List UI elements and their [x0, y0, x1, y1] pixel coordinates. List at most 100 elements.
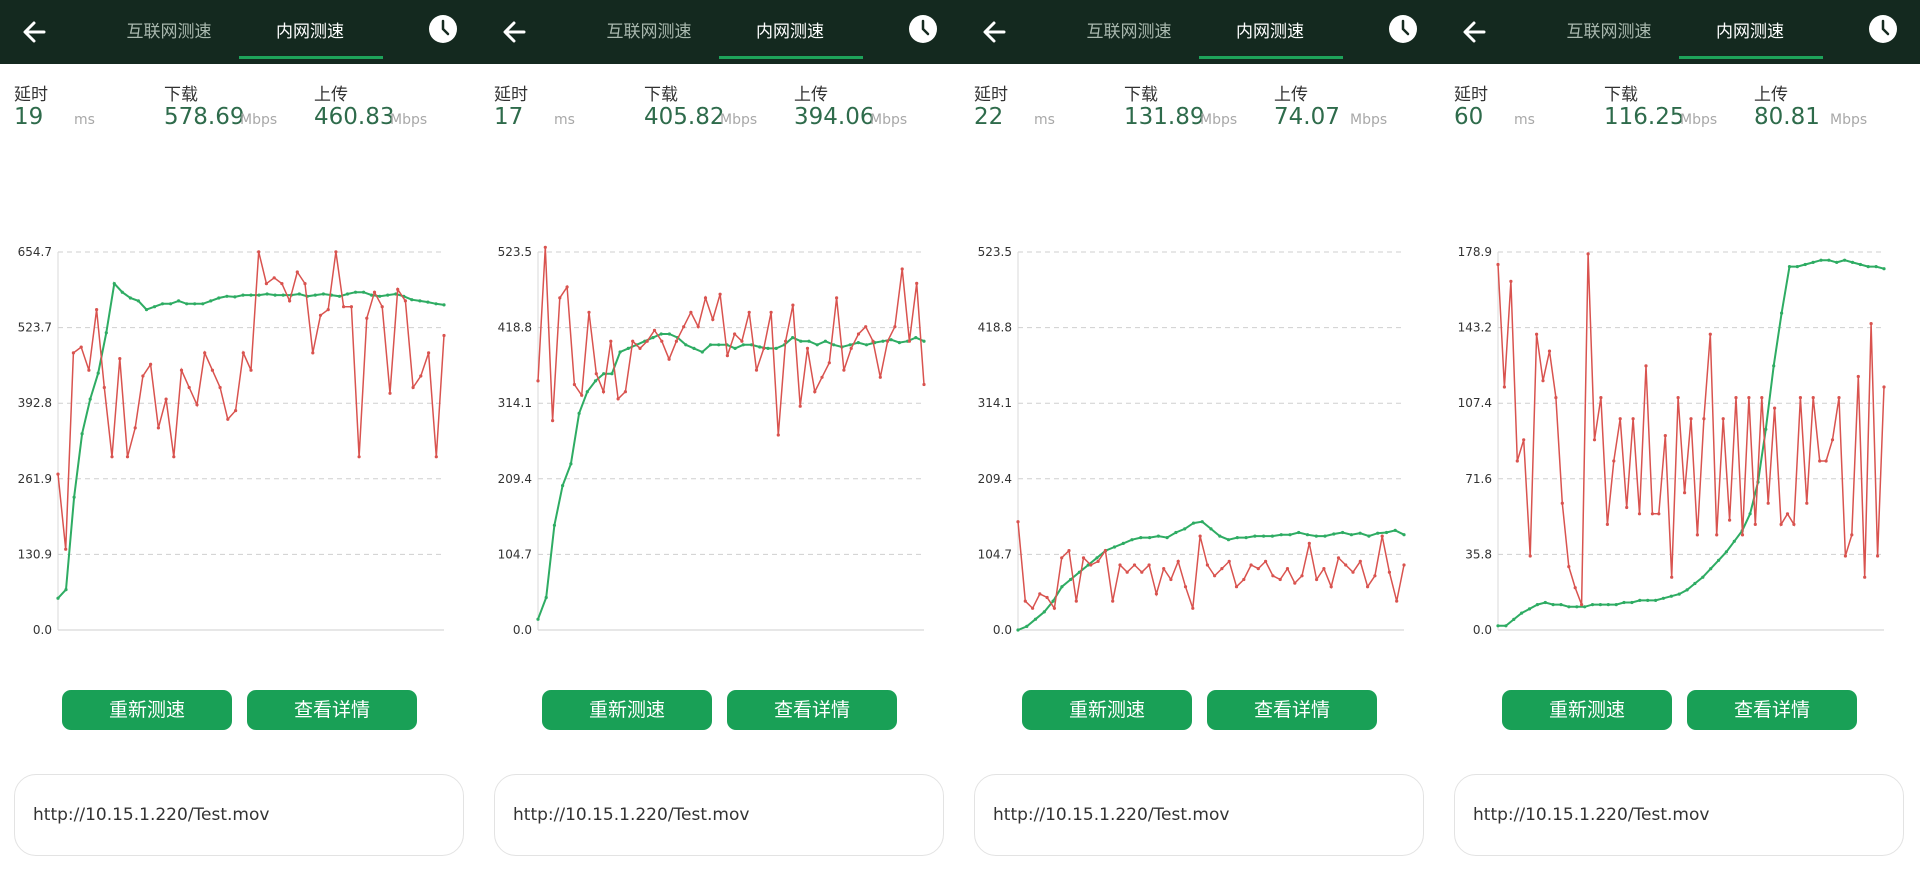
latency-label: 延时: [14, 85, 48, 105]
upload-point: [587, 310, 591, 314]
download-point: [1279, 533, 1283, 537]
upload-point: [110, 455, 114, 459]
download-point: [659, 332, 663, 336]
tab-lan-speed[interactable]: 内网测速: [1680, 18, 1820, 46]
upload-point: [1147, 563, 1151, 567]
y-tick-label: 418.8: [498, 321, 532, 335]
upload-value: 74.07: [1274, 104, 1340, 130]
download-point: [1253, 534, 1257, 538]
tab-internet-speed[interactable]: 互联网测速: [1544, 18, 1674, 46]
retest-button[interactable]: 重新测速: [1502, 690, 1672, 730]
upload-point: [1118, 563, 1122, 567]
back-arrow-icon[interactable]: [978, 16, 1010, 48]
upload-point: [1205, 563, 1209, 567]
upload-point: [1089, 563, 1093, 567]
upload-point: [1753, 522, 1757, 526]
y-tick-label: 104.7: [498, 547, 532, 561]
upload-point: [365, 316, 369, 320]
upload-unit: Mbps: [1830, 112, 1868, 128]
upload-point: [703, 296, 708, 300]
retest-button[interactable]: 重新测速: [542, 690, 712, 730]
tab-internet-speed[interactable]: 互联网测速: [104, 18, 234, 46]
details-button[interactable]: 查看详情: [247, 690, 417, 730]
retest-button[interactable]: 重新测速: [62, 690, 232, 730]
upload-point: [893, 325, 897, 329]
test-url-box[interactable]: http://10.15.1.220/Test.mov: [14, 774, 464, 856]
tab-internet-speed[interactable]: 互联网测速: [1064, 18, 1194, 46]
back-arrow-icon[interactable]: [498, 16, 530, 48]
history-clock-icon[interactable]: [908, 14, 938, 44]
download-series-line: [1017, 520, 1405, 631]
upload-point: [1031, 606, 1035, 610]
upload-point: [1554, 396, 1558, 400]
upload-point: [125, 455, 130, 459]
upload-point: [1586, 252, 1590, 256]
history-clock-icon[interactable]: [1868, 14, 1898, 44]
download-point: [1827, 258, 1831, 262]
download-point: [1819, 258, 1823, 262]
download-point: [1244, 536, 1248, 540]
download-point: [1051, 599, 1055, 603]
download-point: [378, 294, 382, 298]
upload-label: 上传: [794, 85, 828, 105]
download-point: [273, 293, 277, 297]
upload-point: [820, 375, 824, 379]
download-point: [610, 372, 614, 376]
details-button[interactable]: 查看详情: [1207, 690, 1377, 730]
upload-point: [798, 404, 802, 408]
test-url-box[interactable]: http://10.15.1.220/Test.mov: [1454, 774, 1904, 856]
download-point: [1803, 262, 1807, 267]
upload-point: [318, 313, 323, 317]
download-point: [1874, 265, 1878, 269]
upload-point: [1373, 574, 1377, 578]
y-tick-label: 209.4: [498, 472, 532, 486]
back-arrow-icon[interactable]: [1458, 16, 1490, 48]
upload-point: [288, 299, 292, 303]
back-arrow-icon[interactable]: [18, 16, 50, 48]
details-button[interactable]: 查看详情: [727, 690, 897, 730]
upload-point: [1132, 563, 1137, 567]
upload-value: 394.06: [794, 104, 875, 130]
download-point: [410, 298, 414, 302]
upload-point: [1863, 575, 1867, 579]
download-point: [700, 350, 704, 354]
history-clock-icon[interactable]: [428, 14, 458, 44]
history-clock-icon[interactable]: [1388, 14, 1418, 44]
download-value: 405.82: [644, 104, 725, 130]
download-point: [1130, 538, 1134, 542]
upload-point: [1169, 577, 1173, 582]
details-button[interactable]: 查看详情: [1687, 690, 1857, 730]
tab-internet-speed[interactable]: 互联网测速: [584, 18, 714, 46]
download-point: [56, 596, 60, 600]
upload-point: [551, 419, 555, 423]
upload-point: [357, 455, 361, 459]
download-point: [96, 371, 100, 375]
y-tick-label: 71.6: [1465, 472, 1492, 486]
download-point: [1218, 534, 1222, 538]
y-tick-label: 523.5: [978, 245, 1012, 259]
download-label: 下载: [1124, 85, 1158, 105]
upload-point: [856, 332, 861, 336]
test-url-box[interactable]: http://10.15.1.220/Test.mov: [494, 774, 944, 856]
download-point: [201, 302, 205, 306]
upload-point: [79, 345, 83, 349]
upload-point: [234, 409, 238, 413]
download-point: [1677, 592, 1681, 596]
upload-point: [1618, 417, 1622, 421]
retest-button[interactable]: 重新测速: [1022, 690, 1192, 730]
download-point: [152, 305, 157, 309]
tab-lan-speed[interactable]: 内网测速: [720, 18, 860, 46]
upload-point: [1366, 585, 1370, 589]
download-point: [544, 595, 548, 600]
upload-point: [1307, 541, 1311, 545]
download-unit: Mbps: [240, 112, 278, 128]
tab-lan-speed[interactable]: 内网测速: [1200, 18, 1340, 46]
upload-point: [1779, 522, 1783, 526]
speed-chart: 0.0 104.7 209.4 314.1 418.8 523.5: [978, 245, 1406, 637]
download-point: [585, 390, 589, 394]
upload-point: [915, 281, 919, 285]
upload-point: [241, 351, 245, 355]
speedtest-panel-4: 互联网测速 内网测速 延时 60 ms 下载 116.25 Mbps 上传 80…: [1440, 0, 1920, 870]
tab-lan-speed[interactable]: 内网测速: [240, 18, 380, 46]
test-url-box[interactable]: http://10.15.1.220/Test.mov: [974, 774, 1424, 856]
